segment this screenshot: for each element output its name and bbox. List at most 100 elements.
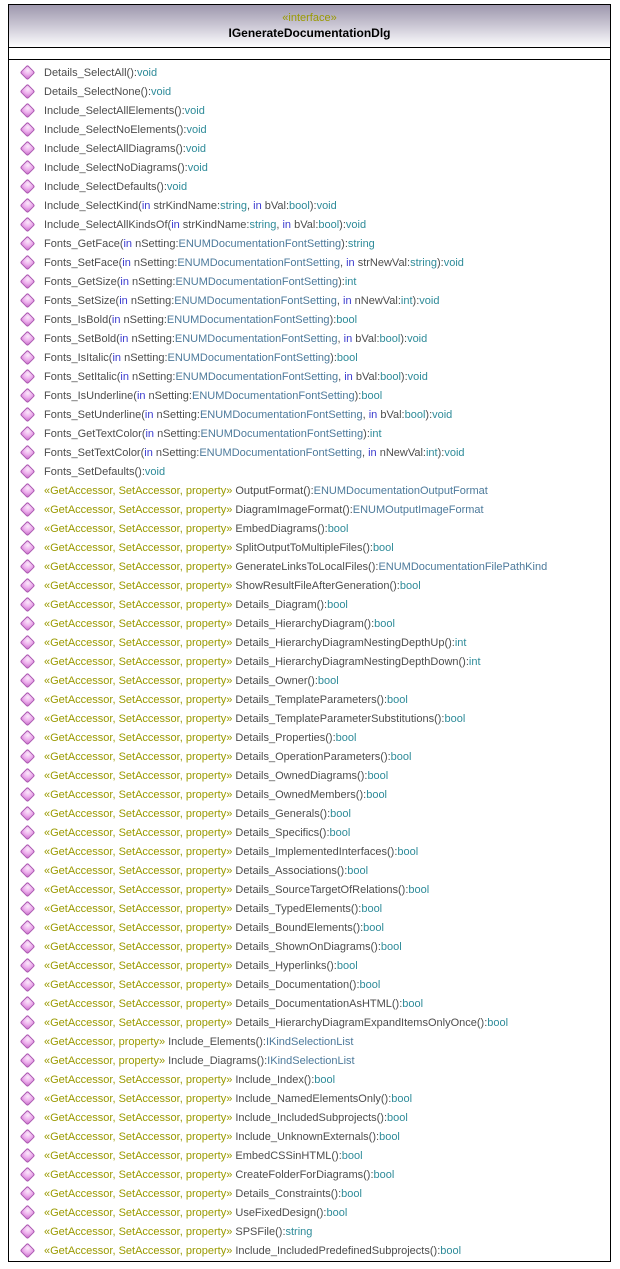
protected-visibility-diamond-icon [20,388,36,404]
operation-row[interactable]: «GetAccessor, property» Include_Elements… [9,1032,610,1051]
operation-row[interactable]: Fonts_IsUnderline(in nSetting:ENUMDocume… [9,386,610,405]
operation-row[interactable]: Fonts_SetFace(in nSetting:ENUMDocumentat… [9,253,610,272]
operation-signature: «GetAccessor, SetAccessor, property» Det… [44,1188,362,1200]
operations-list: Details_SelectAll():voidDetails_SelectNo… [9,63,610,1260]
operation-row[interactable]: Include_SelectNoDiagrams():void [9,158,610,177]
operation-row[interactable]: «GetAccessor, SetAccessor, property» Det… [9,1184,610,1203]
operation-row[interactable]: Fonts_IsItalic(in nSetting:ENUMDocumenta… [9,348,610,367]
operation-signature: «GetAccessor, SetAccessor, property» Dia… [44,504,484,516]
operation-row[interactable]: «GetAccessor, SetAccessor, property» Cre… [9,1165,610,1184]
operation-row[interactable]: «GetAccessor, SetAccessor, property» Dia… [9,500,610,519]
protected-visibility-diamond-icon [20,1167,36,1183]
operation-row[interactable]: «GetAccessor, SetAccessor, property» Det… [9,880,610,899]
operation-signature: Fonts_SetItalic(in nSetting:ENUMDocument… [44,371,428,383]
protected-visibility-diamond-icon [20,255,36,271]
operation-row[interactable]: «GetAccessor, SetAccessor, property» Det… [9,728,610,747]
operation-row[interactable]: «GetAccessor, SetAccessor, property» Det… [9,918,610,937]
operation-row[interactable]: «GetAccessor, SetAccessor, property» Det… [9,975,610,994]
operation-row[interactable]: Include_SelectDefaults():void [9,177,610,196]
operation-row[interactable]: «GetAccessor, SetAccessor, property» Emb… [9,1146,610,1165]
operation-row[interactable]: Details_SelectNone():void [9,82,610,101]
operation-row[interactable]: «GetAccessor, SetAccessor, property» Inc… [9,1127,610,1146]
operation-row[interactable]: Include_SelectAllElements():void [9,101,610,120]
operation-row[interactable]: Details_SelectAll():void [9,63,610,82]
protected-visibility-diamond-icon [20,730,36,746]
operation-signature: «GetAccessor, property» Include_Elements… [44,1036,353,1048]
operation-row[interactable]: «GetAccessor, SetAccessor, property» Det… [9,899,610,918]
operation-row[interactable]: Include_SelectKind(in strKindName:string… [9,196,610,215]
operation-row[interactable]: Fonts_SetItalic(in nSetting:ENUMDocument… [9,367,610,386]
operation-row[interactable]: «GetAccessor, SetAccessor, property» Det… [9,747,610,766]
operation-row[interactable]: «GetAccessor, SetAccessor, property» Det… [9,994,610,1013]
operation-row[interactable]: «GetAccessor, SetAccessor, property» Det… [9,614,610,633]
operation-row[interactable]: Fonts_GetSize(in nSetting:ENUMDocumentat… [9,272,610,291]
operation-signature: Fonts_GetFace(in nSetting:ENUMDocumentat… [44,238,375,250]
operation-signature: Fonts_IsBold(in nSetting:ENUMDocumentati… [44,314,357,326]
operation-signature: Include_SelectKind(in strKindName:string… [44,200,337,212]
operation-signature: «GetAccessor, SetAccessor, property» Det… [44,1017,508,1029]
operation-row[interactable]: Fonts_SetBold(in nSetting:ENUMDocumentat… [9,329,610,348]
operation-row[interactable]: «GetAccessor, SetAccessor, property» Inc… [9,1089,610,1108]
operation-row[interactable]: «GetAccessor, SetAccessor, property» Det… [9,842,610,861]
operation-row[interactable]: Fonts_SetTextColor(in nSetting:ENUMDocum… [9,443,610,462]
operation-row[interactable]: «GetAccessor, SetAccessor, property» Emb… [9,519,610,538]
protected-visibility-diamond-icon [20,103,36,119]
operation-signature: «GetAccessor, SetAccessor, property» Det… [44,751,411,763]
classbox-header[interactable]: «interface» IGenerateDocumentationDlg [9,5,610,48]
operation-row[interactable]: «GetAccessor, SetAccessor, property» Det… [9,652,610,671]
operation-row[interactable]: «GetAccessor, SetAccessor, property» Use… [9,1203,610,1222]
operation-row[interactable]: «GetAccessor, SetAccessor, property» Det… [9,671,610,690]
operation-signature: «GetAccessor, SetAccessor, property» Det… [44,979,380,991]
uml-interface-classbox[interactable]: «interface» IGenerateDocumentationDlg De… [8,4,611,1262]
protected-visibility-diamond-icon [20,1015,36,1031]
operation-row[interactable]: Fonts_SetDefaults():void [9,462,610,481]
operation-signature: Include_SelectDefaults():void [44,181,187,193]
protected-visibility-diamond-icon [20,350,36,366]
operation-row[interactable]: «GetAccessor, SetAccessor, property» Det… [9,690,610,709]
operation-signature: «GetAccessor, SetAccessor, property» Det… [44,884,429,896]
operation-row[interactable]: «GetAccessor, SetAccessor, property» Det… [9,709,610,728]
protected-visibility-diamond-icon [20,445,36,461]
operation-signature: «GetAccessor, SetAccessor, property» Det… [44,922,384,934]
protected-visibility-diamond-icon [20,977,36,993]
operation-row[interactable]: «GetAccessor, SetAccessor, property» Inc… [9,1070,610,1089]
operation-signature: Fonts_GetSize(in nSetting:ENUMDocumentat… [44,276,356,288]
operation-row[interactable]: Fonts_IsBold(in nSetting:ENUMDocumentati… [9,310,610,329]
operation-row[interactable]: «GetAccessor, property» Include_Diagrams… [9,1051,610,1070]
operation-row[interactable]: «GetAccessor, SetAccessor, property» Spl… [9,538,610,557]
protected-visibility-diamond-icon [20,711,36,727]
operation-row[interactable]: «GetAccessor, SetAccessor, property» Gen… [9,557,610,576]
operation-signature: «GetAccessor, SetAccessor, property» Emb… [44,523,348,535]
operation-row[interactable]: Fonts_GetTextColor(in nSetting:ENUMDocum… [9,424,610,443]
operation-row[interactable]: «GetAccessor, SetAccessor, property» Det… [9,595,610,614]
operation-row[interactable]: «GetAccessor, SetAccessor, property» Inc… [9,1108,610,1127]
operation-row[interactable]: «GetAccessor, SetAccessor, property» SPS… [9,1222,610,1241]
operation-row[interactable]: «GetAccessor, SetAccessor, property» Det… [9,937,610,956]
operation-signature: «GetAccessor, SetAccessor, property» Det… [44,713,465,725]
protected-visibility-diamond-icon [20,483,36,499]
operation-row[interactable]: Include_SelectAllDiagrams():void [9,139,610,158]
operation-signature: Fonts_GetTextColor(in nSetting:ENUMDocum… [44,428,382,440]
operation-row[interactable]: «GetAccessor, SetAccessor, property» Det… [9,1013,610,1032]
operation-row[interactable]: Fonts_GetFace(in nSetting:ENUMDocumentat… [9,234,610,253]
operation-row[interactable]: Fonts_SetSize(in nSetting:ENUMDocumentat… [9,291,610,310]
protected-visibility-diamond-icon [20,749,36,765]
operation-row[interactable]: «GetAccessor, SetAccessor, property» Det… [9,804,610,823]
operation-signature: «GetAccessor, SetAccessor, property» Det… [44,808,351,820]
operation-row[interactable]: «GetAccessor, SetAccessor, property» Det… [9,785,610,804]
operation-signature: Fonts_SetFace(in nSetting:ENUMDocumentat… [44,257,464,269]
operation-row[interactable]: «GetAccessor, SetAccessor, property» Inc… [9,1241,610,1260]
operation-row[interactable]: «GetAccessor, SetAccessor, property» Det… [9,823,610,842]
protected-visibility-diamond-icon [20,65,36,81]
protected-visibility-diamond-icon [20,236,36,252]
operation-row[interactable]: «GetAccessor, SetAccessor, property» Sho… [9,576,610,595]
operation-row[interactable]: Include_SelectAllKindsOf(in strKindName:… [9,215,610,234]
operation-row[interactable]: Fonts_SetUnderline(in nSetting:ENUMDocum… [9,405,610,424]
operation-signature: «GetAccessor, property» Include_Diagrams… [44,1055,355,1067]
operation-row[interactable]: «GetAccessor, SetAccessor, property» Det… [9,861,610,880]
operation-row[interactable]: «GetAccessor, SetAccessor, property» Det… [9,766,610,785]
operation-row[interactable]: «GetAccessor, SetAccessor, property» Det… [9,956,610,975]
operation-row[interactable]: «GetAccessor, SetAccessor, property» Out… [9,481,610,500]
operation-row[interactable]: «GetAccessor, SetAccessor, property» Det… [9,633,610,652]
operation-row[interactable]: Include_SelectNoElements():void [9,120,610,139]
